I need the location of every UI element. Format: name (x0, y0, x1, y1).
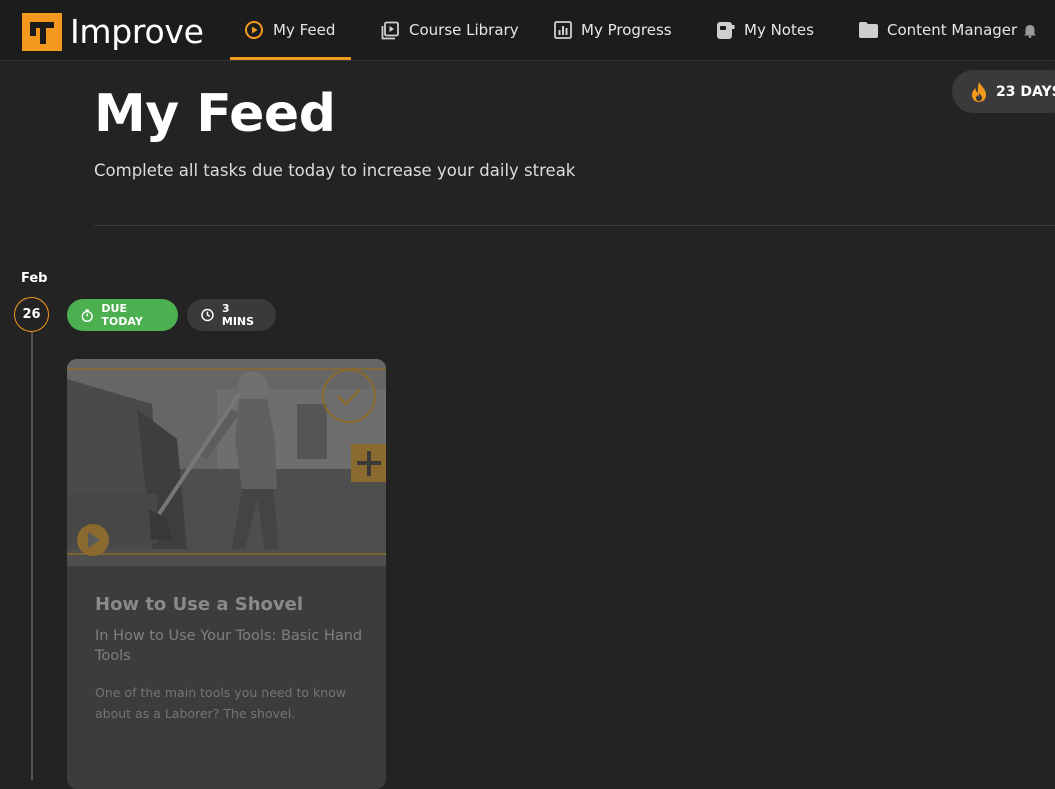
nav-item-label: Course Library (409, 21, 519, 39)
lesson-thumbnail (67, 359, 386, 566)
play-circle-icon (245, 21, 263, 39)
app-logo[interactable]: Improve (22, 12, 204, 52)
timeline-day: 26 (14, 297, 49, 332)
due-today-label: DUE TODAY (101, 302, 143, 328)
worker-with-shovel-image (67, 359, 386, 566)
nav-item-label: Content Manager (887, 21, 1018, 39)
nav-item-content-manager[interactable]: Content Manager (859, 0, 1017, 60)
top-navigation: Improve My Feed Course Library My Progre… (0, 0, 1055, 61)
nav-item-my-feed[interactable]: My Feed (229, 0, 352, 60)
clock-icon (201, 308, 214, 322)
due-today-badge: DUE TODAY (67, 299, 178, 331)
lesson-description: One of the main tools you need to know a… (95, 685, 347, 721)
bar-chart-icon (554, 21, 572, 39)
timeline-line (31, 332, 33, 780)
page-subtitle: Complete all tasks due today to increase… (94, 161, 576, 180)
flame-icon (972, 81, 986, 102)
streak-label: 23 DAYS (996, 83, 1055, 100)
folder-icon (859, 22, 878, 38)
stopwatch-icon (81, 308, 93, 322)
app-name: Improve (70, 12, 204, 51)
nav-item-my-progress[interactable]: My Progress (554, 0, 672, 60)
lesson-card[interactable]: How to Use a Shovel In How to Use Your T… (67, 359, 386, 789)
logo-mark-icon (22, 13, 62, 51)
duration-label: 3 MINS (221, 302, 255, 328)
streak-badge[interactable]: 23 DAYS (952, 70, 1055, 113)
lesson-title[interactable]: How to Use a Shovel (95, 594, 303, 615)
nav-item-course-library[interactable]: Course Library (381, 0, 519, 60)
duration-badge: 3 MINS (187, 299, 276, 331)
nav-item-label: My Feed (273, 21, 336, 39)
timeline-day-number: 26 (22, 307, 41, 322)
lesson-course: In How to Use Your Tools: Basic Hand Too… (95, 628, 363, 664)
notebook-icon (717, 21, 735, 39)
page-title: My Feed (94, 84, 336, 144)
header-divider (94, 225, 1055, 226)
timeline-month: Feb (21, 271, 48, 286)
nav-item-my-notes[interactable]: My Notes (716, 0, 814, 60)
nav-item-label: My Notes (744, 21, 814, 39)
video-library-icon (381, 21, 399, 39)
nav-item-label: My Progress (581, 21, 672, 39)
bell-icon[interactable] (1023, 24, 1037, 38)
